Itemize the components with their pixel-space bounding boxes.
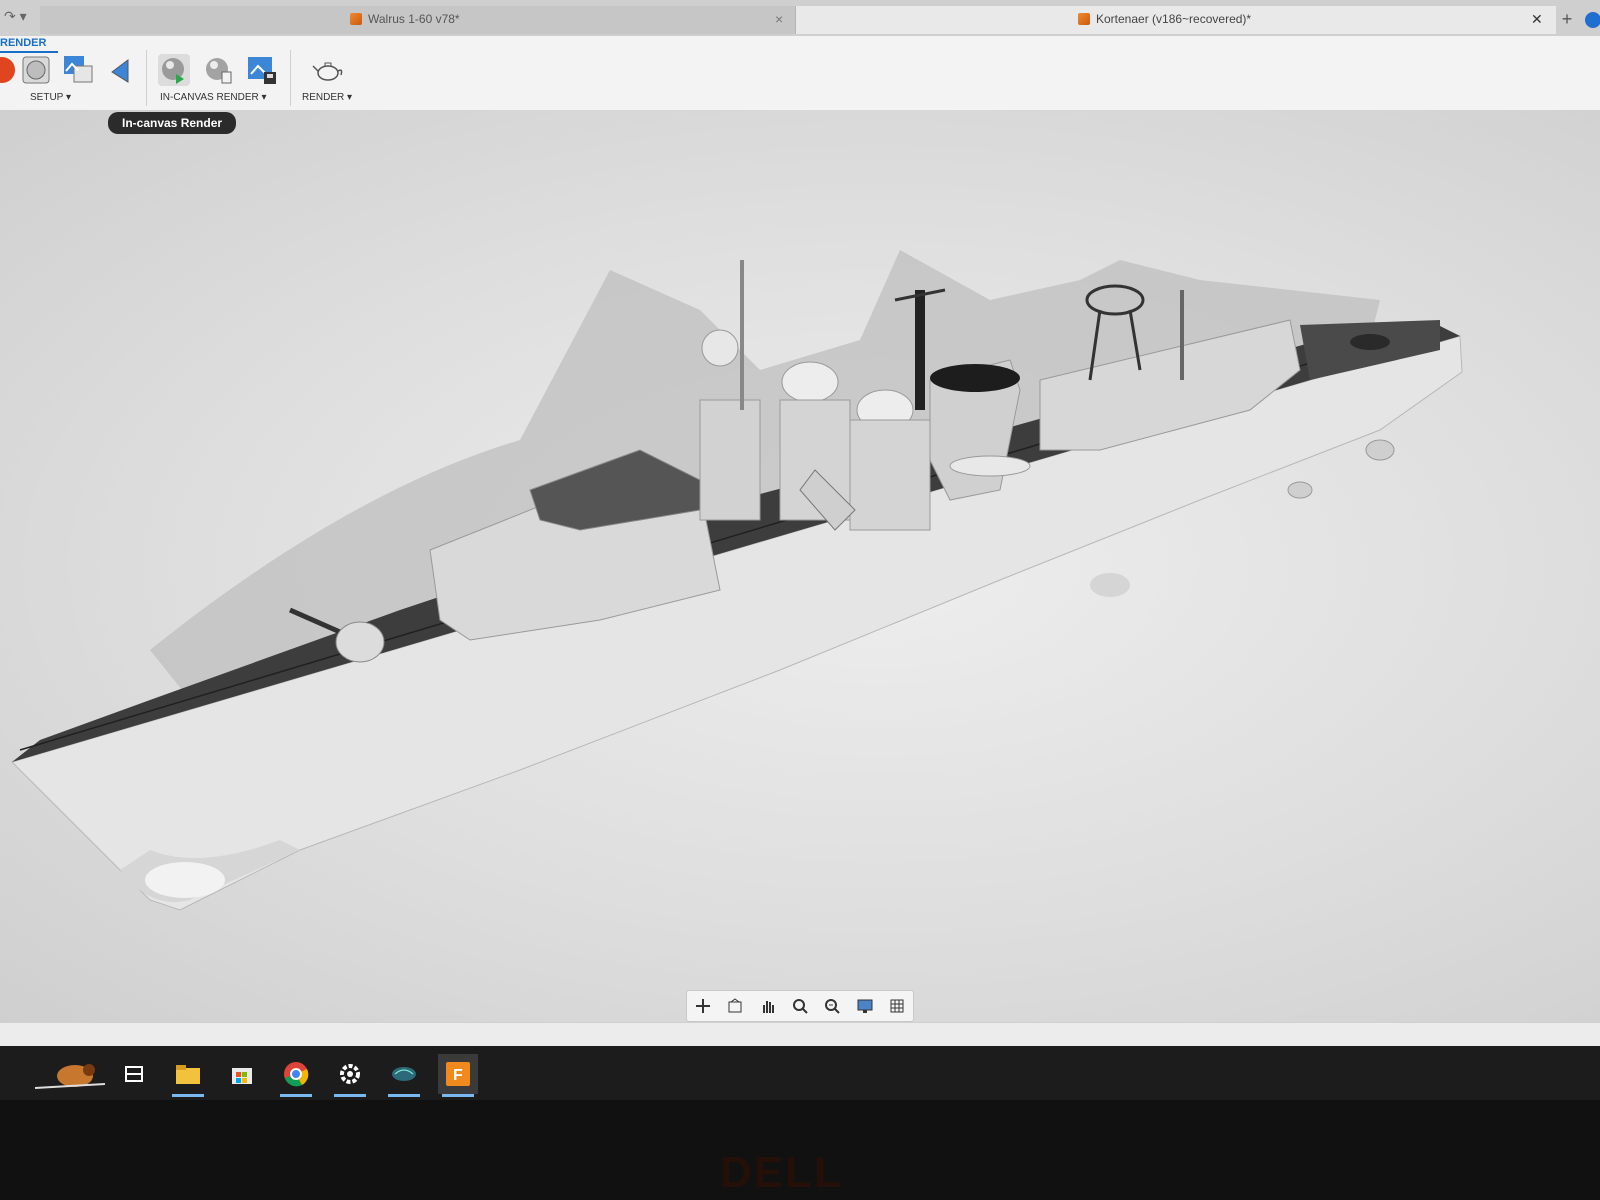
grid-settings-icon[interactable]	[887, 996, 907, 1016]
in-canvas-render-icon[interactable]	[158, 54, 190, 86]
active-indicator	[442, 1094, 474, 1097]
status-strip	[0, 1022, 1600, 1047]
svg-text:F: F	[453, 1067, 463, 1084]
tab-kortenaer[interactable]: Kortenaer (v186~recovered)* ✕	[795, 6, 1556, 34]
render-group-label[interactable]: RENDER ▾	[302, 92, 352, 103]
tab-label: Walrus 1-60 v78*	[368, 12, 460, 26]
new-tab-button[interactable]: +	[1555, 8, 1579, 32]
toolbar-ribbon: RENDER SETUP ▾ IN-CANVAS RENDER ▾ RENDER…	[0, 36, 1600, 111]
active-indicator	[388, 1094, 420, 1097]
ship-model	[11, 250, 1463, 911]
pan-icon[interactable]	[758, 996, 778, 1016]
start-bird-icon[interactable]	[22, 1054, 108, 1094]
taskbar: F	[0, 1046, 1600, 1100]
store-icon[interactable]	[222, 1054, 262, 1094]
task-view-icon[interactable]	[114, 1054, 154, 1094]
viewport-canvas[interactable]	[0, 110, 1600, 1022]
bezel-logo: DELL	[720, 1148, 843, 1197]
tab-walrus[interactable]: Walrus 1-60 v78* ×	[40, 6, 795, 34]
document-icon	[1078, 13, 1090, 25]
close-icon[interactable]: ×	[775, 11, 783, 27]
decal-icon[interactable]	[106, 54, 138, 86]
setup-group-label[interactable]: SETUP ▾	[30, 92, 71, 103]
active-indicator	[280, 1094, 312, 1097]
active-indicator	[334, 1094, 366, 1097]
active-indicator	[172, 1094, 204, 1097]
texture-map-icon[interactable]	[62, 54, 94, 86]
in-canvas-render-group-label[interactable]: IN-CANVAS RENDER ▾	[160, 92, 267, 103]
divider	[290, 50, 291, 106]
close-icon[interactable]: ✕	[1531, 11, 1543, 28]
file-explorer-icon[interactable]	[168, 1054, 208, 1097]
navigation-bar	[686, 990, 914, 1022]
chrome-icon[interactable]	[276, 1054, 316, 1097]
app-icon[interactable]	[384, 1054, 424, 1097]
document-icon	[350, 13, 362, 25]
capture-image-icon[interactable]	[246, 54, 278, 86]
settings-icon[interactable]	[330, 1054, 370, 1097]
look-at-icon[interactable]	[725, 996, 745, 1016]
appearance-icon[interactable]	[0, 54, 18, 86]
fusion360-icon[interactable]: F	[438, 1054, 478, 1097]
scene-settings-icon[interactable]	[20, 54, 52, 86]
teapot-render-icon[interactable]	[312, 54, 344, 86]
tooltip: In-canvas Render	[108, 112, 237, 134]
account-icon[interactable]	[1585, 12, 1600, 28]
fit-icon[interactable]	[822, 996, 842, 1016]
zoom-icon[interactable]	[790, 996, 810, 1016]
divider	[146, 50, 147, 106]
orbit-icon[interactable]	[693, 996, 713, 1016]
tab-label: Kortenaer (v186~recovered)*	[1096, 12, 1252, 26]
workspace-tab-render[interactable]: RENDER	[0, 36, 59, 53]
screen: ↷ ▾ Walrus 1-60 v78* × Kortenaer (v186~r…	[0, 0, 1600, 1100]
document-tab-bar: ↷ ▾ Walrus 1-60 v78* × Kortenaer (v186~r…	[0, 0, 1600, 37]
redo-arrow-icon[interactable]: ↷ ▾	[4, 8, 27, 25]
in-canvas-render-settings-icon[interactable]	[202, 54, 234, 86]
display-settings-icon[interactable]	[855, 996, 875, 1016]
